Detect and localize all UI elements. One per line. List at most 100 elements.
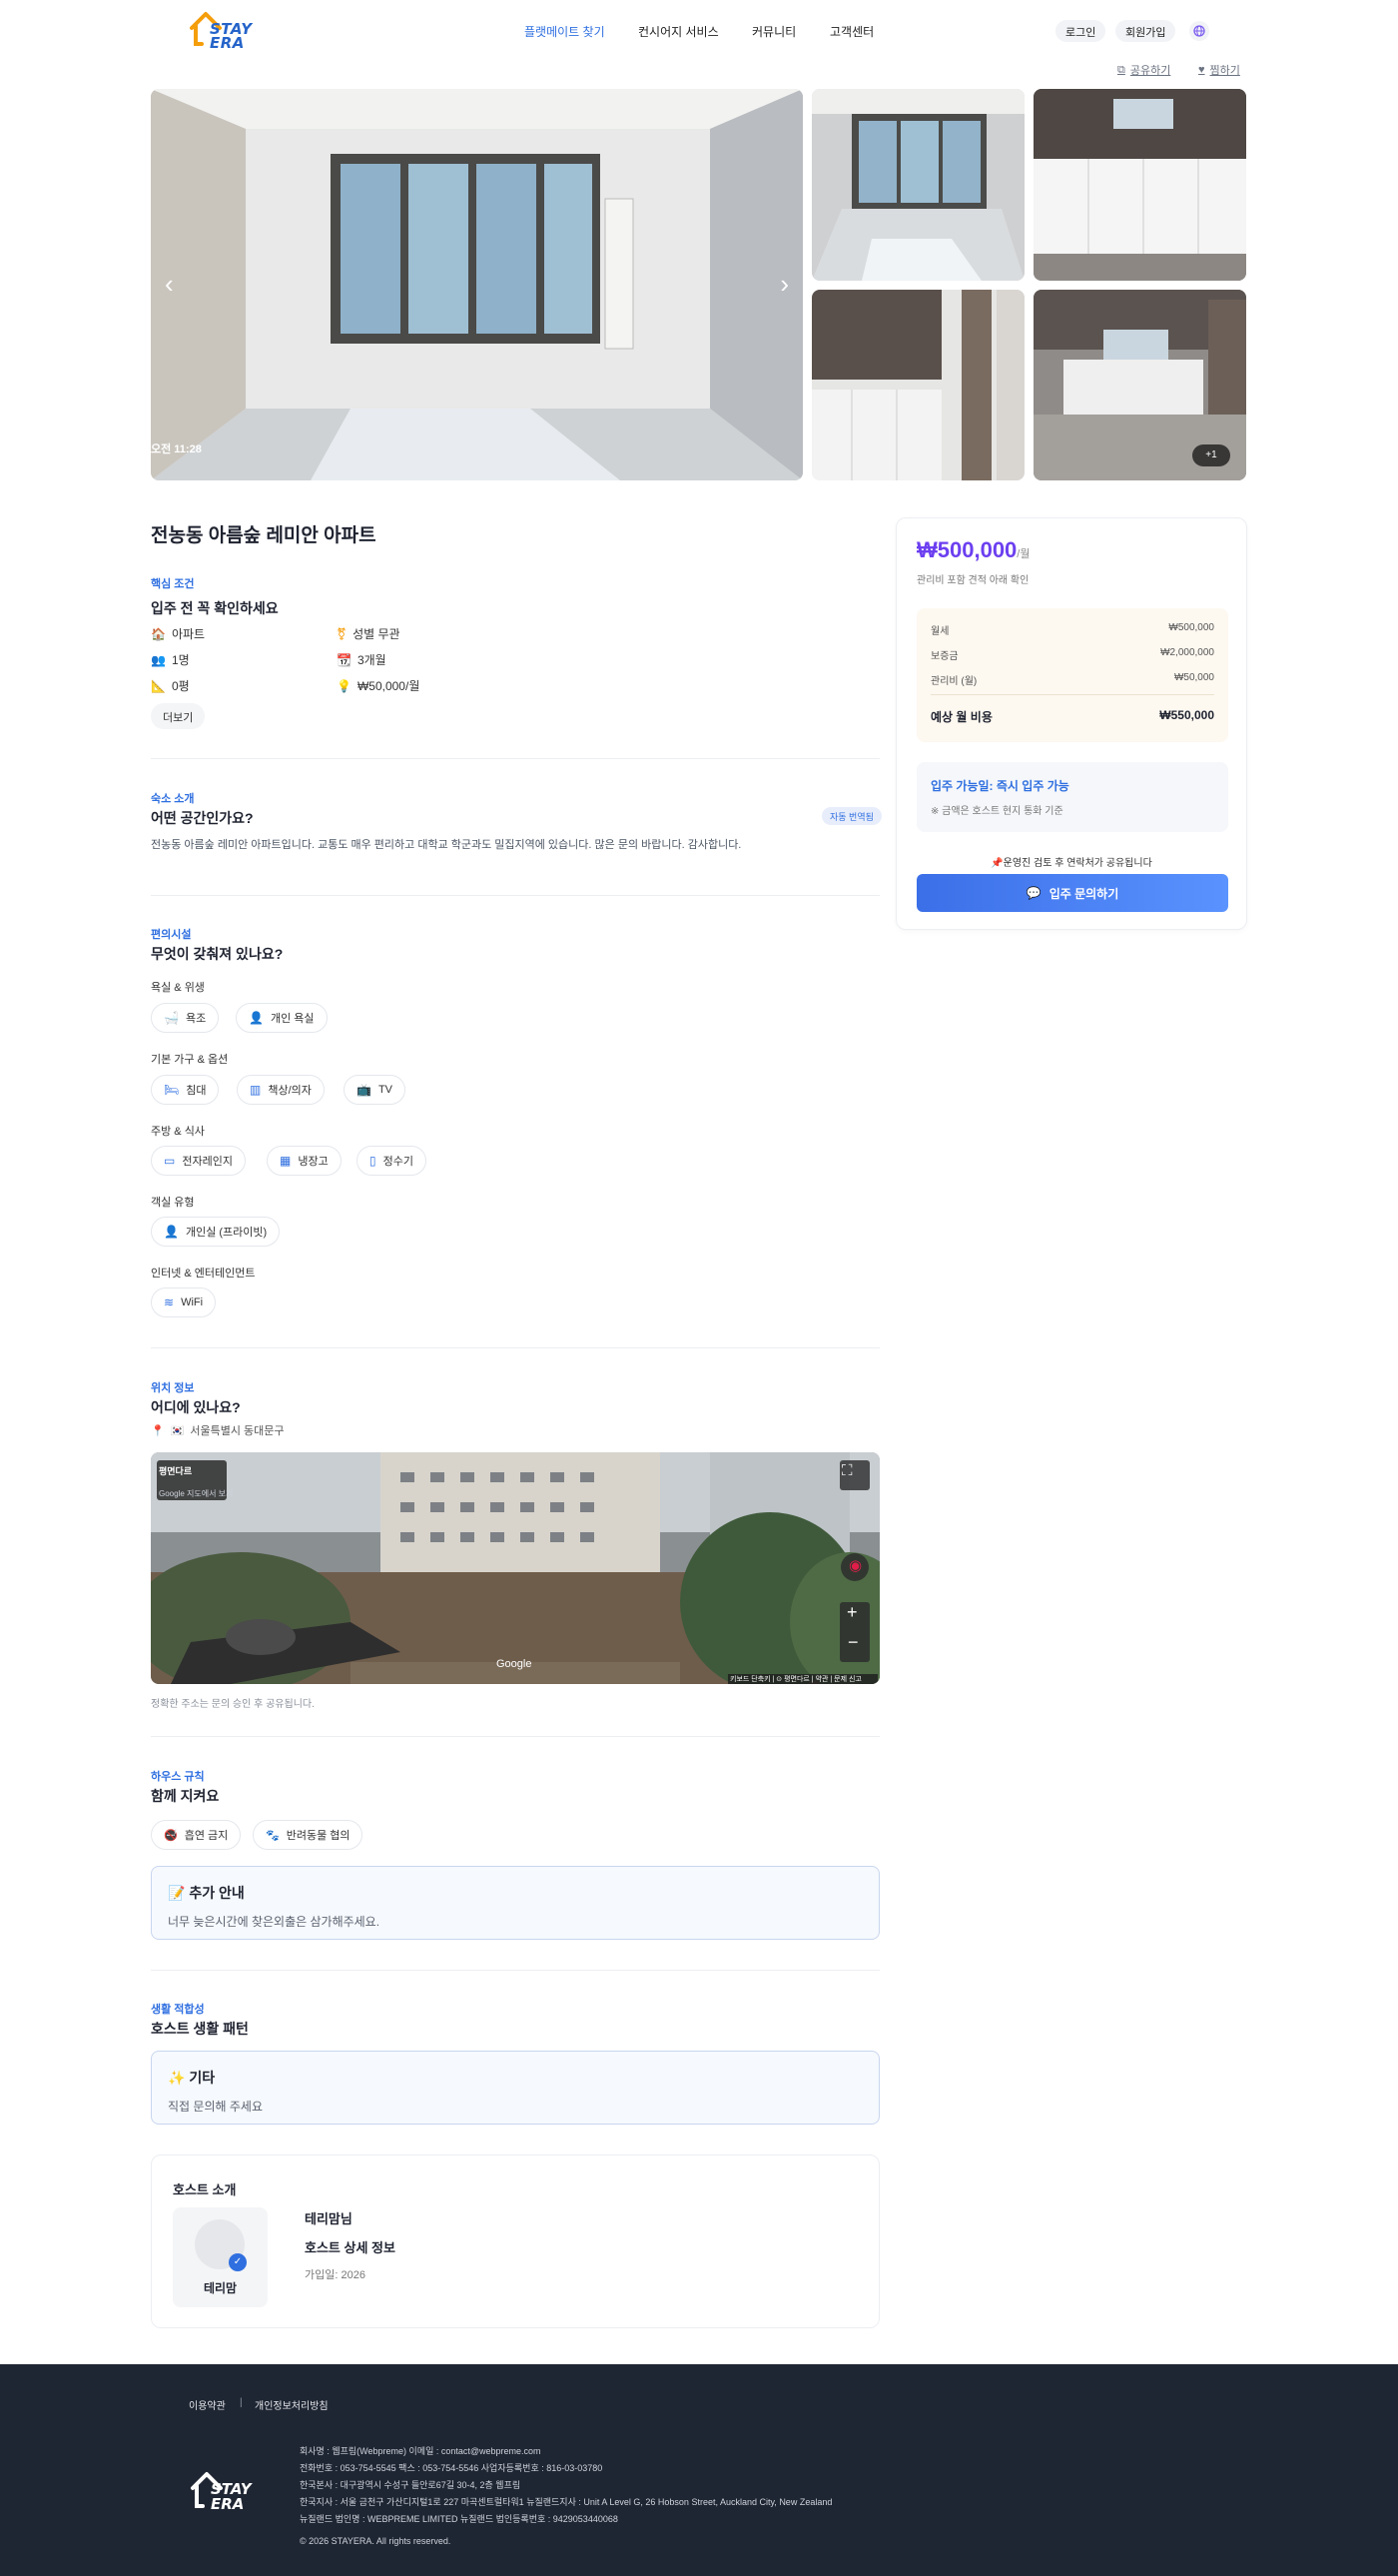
gender-icon: ⚧	[337, 626, 348, 641]
footer-logo-era: ERA	[211, 2495, 245, 2513]
wishlist-button[interactable]: ♥ 찜하기	[1198, 62, 1240, 78]
additional-notice-box: 📝 추가 안내 너무 늦은시간에 찾은외출은 삼가해주세요.	[151, 1866, 880, 1940]
amenity-group-label: 객실 유형	[151, 1197, 195, 1209]
amenity-group-label: 인터넷 & 엔터테인먼트	[151, 1268, 256, 1280]
fee-row-maintenance: 관리비 (월) ₩50,000	[931, 672, 1214, 687]
attr-occupants: 👥 1명	[151, 652, 190, 668]
signup-button[interactable]: 회원가입	[1115, 20, 1176, 42]
logo[interactable]: STAY ERA	[188, 8, 252, 54]
person-icon: 👤	[164, 1225, 179, 1239]
divider	[151, 895, 880, 896]
tv-icon: 📺	[356, 1083, 371, 1097]
rules-title: 함께 지켜요	[151, 1788, 220, 1804]
price: ₩500,000/월	[917, 537, 1031, 562]
language-button[interactable]	[1189, 21, 1209, 41]
water-purifier-icon: ▯	[369, 1154, 376, 1168]
divider	[151, 1970, 880, 1971]
main-photo[interactable]: ‹ › 오전 11:28	[151, 89, 803, 480]
bathtub-icon: 🛁	[164, 1011, 179, 1025]
amenities-kicker: 편의시설	[151, 929, 192, 941]
host-display-name: 테리맘님	[305, 2211, 352, 2226]
fee-breakdown: 월세 ₩500,000 보증금 ₩2,000,000 관리비 (월) ₩50,000 …	[917, 608, 1228, 742]
terms-link[interactable]: 이용약관	[189, 2397, 226, 2412]
fullscreen-icon[interactable]: ⛶	[842, 1462, 853, 1479]
paw-icon: 🐾	[266, 1829, 280, 1842]
desk-icon: ▥	[250, 1083, 262, 1097]
zoom-in-button[interactable]: +	[847, 1602, 858, 1623]
privacy-link[interactable]: 개인정보처리방침	[255, 2397, 329, 2412]
footer-separator: |	[240, 2397, 243, 2408]
address: 📍 🇰🇷 서울특별시 동대문구	[151, 1424, 285, 1438]
lifestyle-note-text: 직접 문의해 주세요	[168, 2100, 263, 2114]
more-button[interactable]: 더보기	[151, 703, 206, 729]
share-button[interactable]: ⧉ 공유하기	[1117, 62, 1170, 78]
amenity-chip-water-purifier: ▯ 정수기	[356, 1146, 426, 1176]
thumbnail-photo[interactable]	[1034, 89, 1246, 281]
more-photos-badge[interactable]: +1	[1192, 444, 1230, 466]
fee-row-deposit: 보증금 ₩2,000,000	[931, 647, 1214, 662]
core-kicker: 핵심 조건	[151, 578, 195, 590]
host-name: 테리맘	[203, 2281, 238, 2295]
map-attribution: 키보드 단축키 | ⊙ 평면다르 | 약관 | 문제 신고	[730, 1676, 862, 1683]
nav-concierge[interactable]: 컨시어지 서비스	[638, 23, 719, 40]
google-logo: Google	[496, 1658, 532, 1670]
footer-logo: STAY ERA	[189, 2466, 259, 2518]
house-icon: 🏠	[151, 626, 166, 641]
divider	[151, 1736, 880, 1737]
host-section-title: 호스트 소개	[173, 2182, 237, 2197]
wifi-icon: ≋	[164, 1295, 175, 1309]
thumbnail-photo[interactable]	[812, 290, 1025, 480]
company-info-line: 전화번호 : 053-754-5545 팩스 : 053-754-5546 사업…	[300, 2463, 603, 2473]
verified-icon: ✓	[229, 2253, 247, 2271]
thumbnail-photo[interactable]	[812, 89, 1025, 281]
street-view-map[interactable]: 평면다르 Google 지도에서 보기 ⛶ ◉ + − Google 키보드 단…	[151, 1452, 880, 1684]
header: STAY ERA 플랫메이트 찾기 컨시어지 서비스 커뮤니티 고객센터 로그인…	[0, 0, 1398, 62]
availability-text: 입주 가능일: 즉시 입주 가능	[931, 779, 1069, 793]
attr-duration: 📆 3개월	[337, 652, 386, 668]
host-profile[interactable]: ✓ 테리맘	[173, 2207, 268, 2307]
open-in-google-maps-link[interactable]: Google 지도에서 보기	[159, 1488, 233, 1499]
next-photo-button[interactable]: ›	[780, 269, 789, 300]
lifestyle-title: 호스트 생활 패턴	[151, 2021, 249, 2037]
booking-card: ₩500,000/월 관리비 포함 견적 아래 확인 월세 ₩500,000 보증…	[896, 517, 1247, 930]
bulb-icon: 💡	[337, 678, 351, 693]
availability-note: ※ 금액은 호스트 현지 통화 기준	[931, 806, 1063, 817]
login-button[interactable]: 로그인	[1055, 20, 1106, 42]
microwave-icon: ▭	[164, 1154, 176, 1168]
attr-maintenance: 💡 ₩50,000/월	[337, 678, 420, 694]
thumbnail-photo[interactable]: +1	[1034, 290, 1246, 480]
rules-kicker: 하우스 규칙	[151, 1771, 205, 1783]
person-icon: 👤	[249, 1011, 264, 1025]
location-title: 어디에 있나요?	[151, 1399, 241, 1415]
korea-flag-icon: 🇰🇷	[170, 1424, 185, 1437]
amenity-group-label: 욕실 & 위생	[151, 982, 205, 994]
auto-translated-badge: 자동 번역됨	[822, 807, 882, 825]
prev-photo-button[interactable]: ‹	[165, 269, 174, 300]
pin-icon: 📍	[151, 1424, 165, 1437]
inquiry-button[interactable]: 💬 입주 문의하기	[917, 874, 1228, 912]
location-kicker: 위치 정보	[151, 1382, 195, 1394]
calendar-icon: 📆	[337, 652, 351, 667]
nav-support[interactable]: 고객센터	[830, 23, 874, 40]
footer: 이용약관 | 개인정보처리방침 STAY ERA 회사명 : 웹프림(Webpr…	[0, 2364, 1398, 2576]
fee-row-rent: 월세 ₩500,000	[931, 622, 1214, 637]
amenity-chip-desk: ▥ 책상/의자	[237, 1075, 325, 1105]
company-info-line: 한국본사 : 대구광역시 수성구 들안로67길 30-4, 2층 웹프림	[300, 2480, 521, 2490]
price-unit: /월	[1017, 548, 1031, 560]
compass-icon[interactable]: ◉	[849, 1556, 862, 1574]
core-title: 입주 전 꼭 확인하세요	[151, 600, 279, 616]
zoom-out-button[interactable]: −	[848, 1632, 859, 1653]
host-detail-title: 호스트 상세 정보	[305, 2240, 395, 2255]
nav-find-flatmate[interactable]: 플랫메이트 찾기	[524, 23, 605, 40]
globe-icon	[1193, 25, 1205, 37]
amenity-chip-tv: 📺 TV	[344, 1075, 406, 1105]
amenity-chip-fridge: ▦ 냉장고	[267, 1146, 342, 1176]
nav-community[interactable]: 커뮤니티	[752, 23, 796, 40]
divider	[151, 758, 880, 759]
company-info-line: 한국지사 : 서울 금천구 가산디지털1로 227 마곡센트럴타워1 뉴질랜드지…	[300, 2497, 833, 2507]
intro-text: 전농동 아름숲 레미안 아파트입니다. 교통도 매우 편리하고 대학교 학군과도…	[151, 839, 742, 851]
map-place-label: 평면다르	[159, 1466, 193, 1476]
amenity-chip-private-room: 👤 개인실 (프라이빗)	[151, 1217, 281, 1247]
host-card: 호스트 소개 ✓ 테리맘 테리맘님 호스트 상세 정보 가입일: 2026	[151, 2154, 880, 2328]
ruler-icon: 📐	[151, 678, 166, 693]
